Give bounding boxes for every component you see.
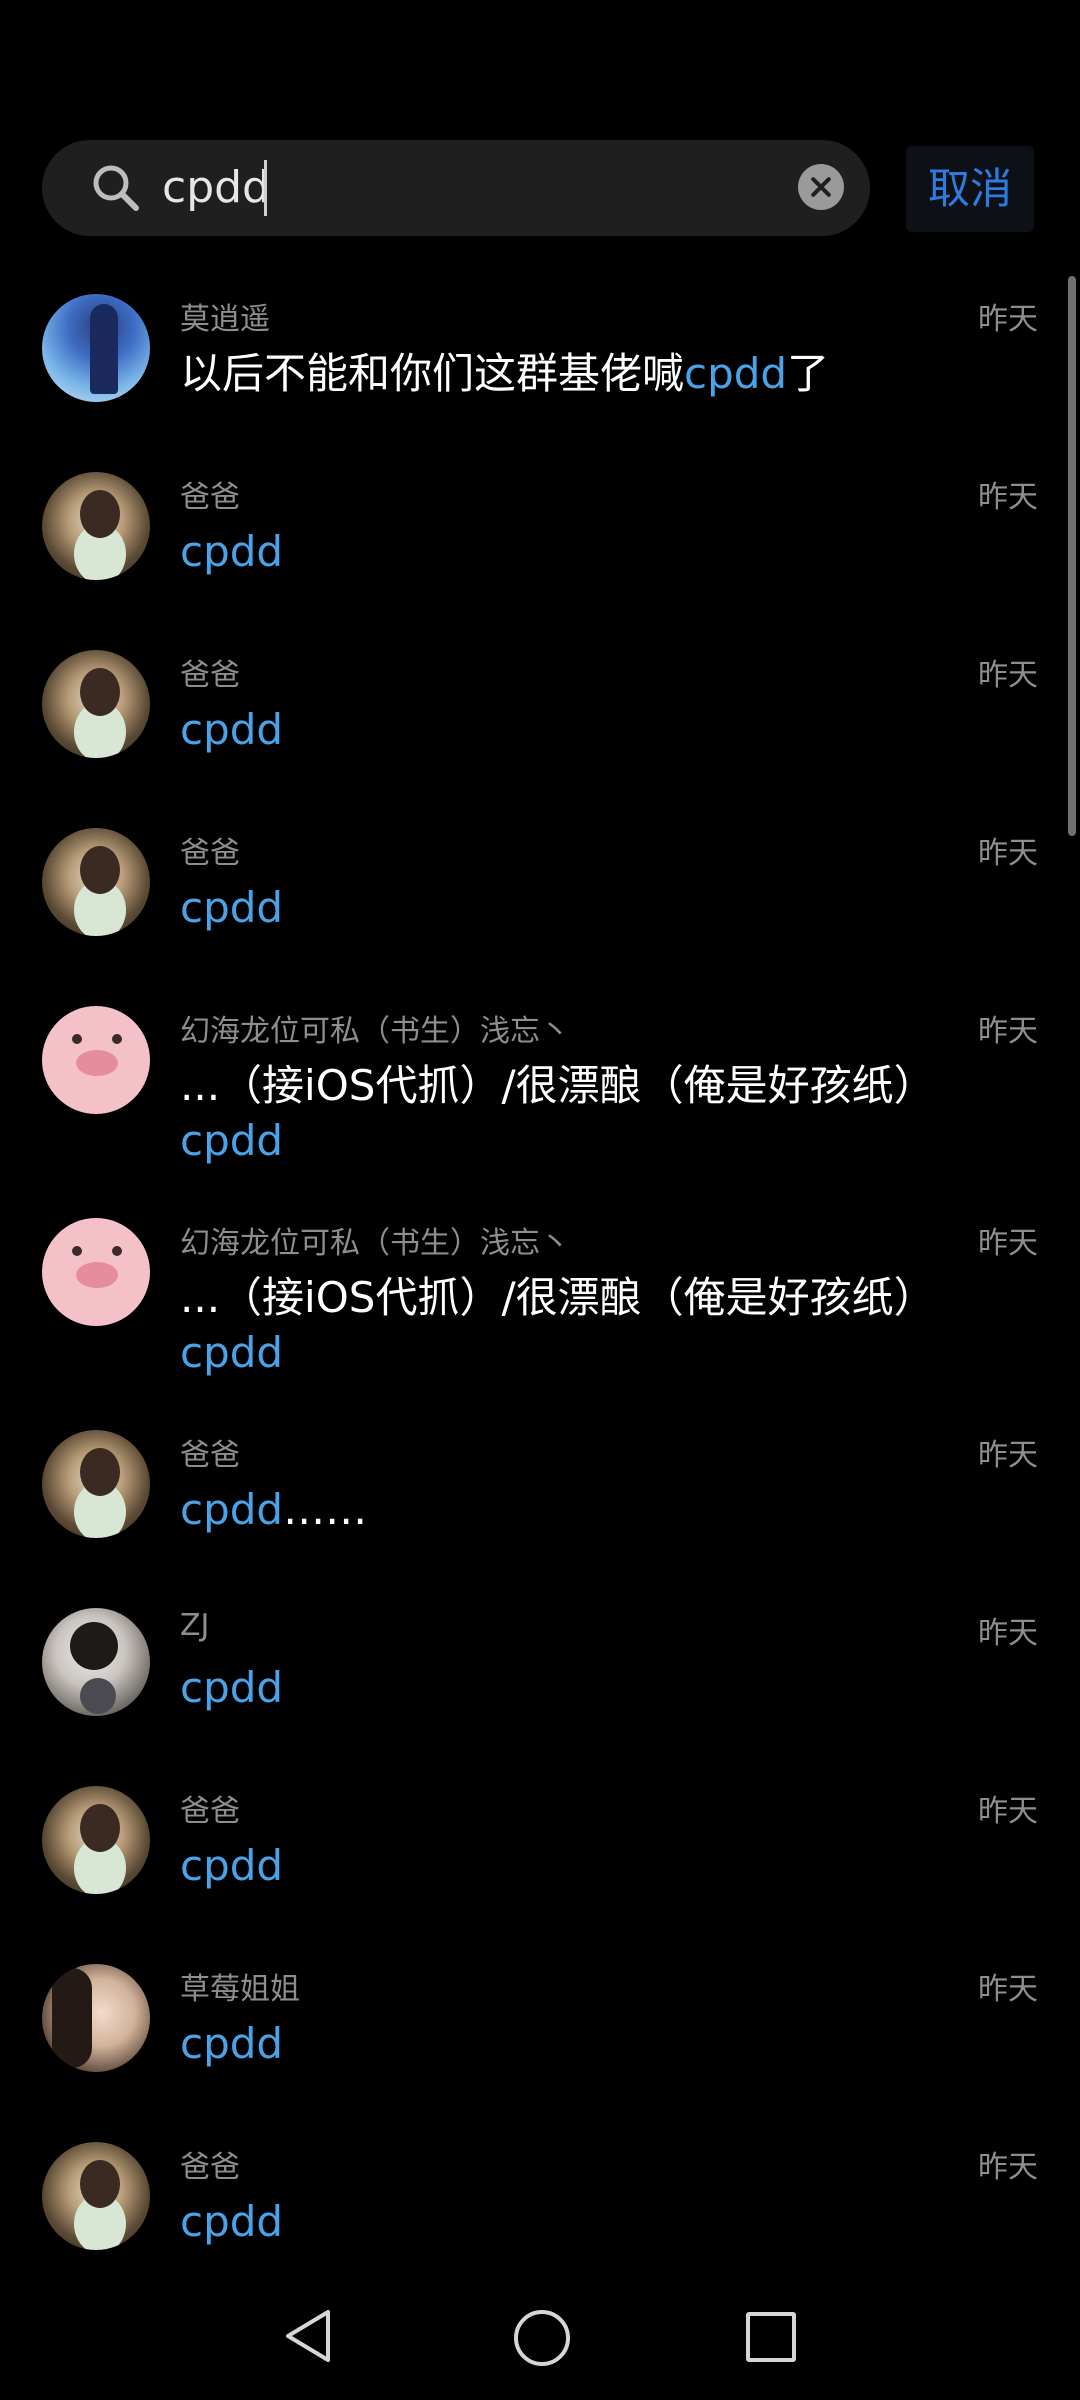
message-time: 昨天 (978, 1794, 1038, 1829)
result-item[interactable]: 幻海龙位可私（书生）浅忘丶 昨天 ...（接iOS代抓）/很漂酿（俺是好孩纸） … (0, 982, 1080, 1194)
search-highlight: cpdd (684, 349, 788, 398)
results-scrollbar[interactable] (1068, 276, 1076, 836)
recents-square-icon[interactable] (746, 2312, 796, 2362)
girl-photo-avatar[interactable] (42, 1430, 150, 1538)
girl-photo-avatar[interactable] (42, 1786, 150, 1894)
message-time: 昨天 (978, 2150, 1038, 2185)
pig-face-avatar[interactable] (42, 1218, 150, 1326)
message-text: cpdd (180, 1838, 283, 1893)
sender-name: 爸爸 (180, 658, 240, 693)
message-time: 昨天 (978, 480, 1038, 515)
sender-name: 幻海龙位可私（书生）浅忘丶 (180, 1014, 570, 1049)
message-time: 昨天 (978, 1616, 1038, 1651)
message-text-after: …… (283, 1485, 368, 1534)
sender-name: 爸爸 (180, 1438, 240, 1473)
navigation-bar (0, 2280, 1080, 2400)
result-item[interactable]: 草莓姐姐 昨天 cpdd (0, 1940, 1080, 2118)
result-item[interactable]: 爸爸 昨天 cpdd…… (0, 1406, 1080, 1584)
girl-photo-avatar[interactable] (42, 2142, 150, 2250)
message-time: 昨天 (978, 658, 1038, 693)
sender-name: 爸爸 (180, 2150, 240, 2185)
search-highlight: cpdd (180, 1485, 284, 1534)
message-text: cpdd (180, 702, 283, 757)
search-icon (93, 165, 139, 211)
search-highlight: cpdd (180, 2019, 284, 2068)
message-text: cpdd (180, 1660, 283, 1715)
girl-photo-avatar[interactable] (42, 650, 150, 758)
search-highlight: cpdd (180, 883, 284, 932)
message-text: cpdd (180, 524, 283, 579)
man-photo-avatar[interactable] (42, 1608, 150, 1716)
search-highlight: cpdd (180, 527, 284, 576)
anime-character-avatar[interactable] (42, 294, 150, 402)
girl-photo-avatar[interactable] (42, 472, 150, 580)
search-highlight: cpdd (180, 705, 284, 754)
sender-name: 爸爸 (180, 480, 240, 515)
search-bar: 取消 (42, 140, 1038, 236)
woman-photo-avatar[interactable] (42, 1964, 150, 2072)
search-input[interactable] (162, 154, 802, 222)
message-time: 昨天 (978, 302, 1038, 337)
result-item[interactable]: 爸爸 昨天 cpdd (0, 448, 1080, 626)
clear-search-icon[interactable] (798, 164, 844, 210)
message-text: cpdd (180, 2016, 283, 2071)
message-text: ...（接iOS代抓）/很漂酿（俺是好孩纸） (180, 1061, 936, 1110)
message-text: ...（接iOS代抓）/很漂酿（俺是好孩纸） (180, 1273, 936, 1322)
cancel-button[interactable]: 取消 (906, 146, 1034, 232)
back-triangle-icon[interactable] (282, 2308, 334, 2364)
search-box[interactable] (42, 140, 870, 236)
sender-name: 草莓姐姐 (180, 1972, 300, 2007)
message-time: 昨天 (978, 836, 1038, 871)
message-text-before: 以后不能和你们这群基佬喊 (180, 349, 685, 398)
sender-name: 爸爸 (180, 836, 240, 871)
result-item[interactable]: 幻海龙位可私（书生）浅忘丶 昨天 ...（接iOS代抓）/很漂酿（俺是好孩纸） … (0, 1194, 1080, 1406)
message-time: 昨天 (978, 1438, 1038, 1473)
message-text: cpdd…… (180, 1482, 367, 1537)
sender-name: ZJ (180, 1608, 210, 1643)
message-text: 以后不能和你们这群基佬喊cpdd了 (180, 346, 829, 401)
sender-name: 莫逍遥 (180, 302, 270, 337)
message-text: cpdd (180, 2194, 283, 2249)
search-highlight: cpdd (180, 1841, 284, 1890)
search-highlight: cpdd (180, 1663, 284, 1712)
search-results-list: 莫逍遥 昨天 以后不能和你们这群基佬喊cpdd了 爸爸 昨天 cpdd 爸爸 昨… (0, 270, 1080, 2270)
message-text-after: 了 (787, 349, 830, 398)
result-item[interactable]: 爸爸 昨天 cpdd (0, 626, 1080, 804)
message-time: 昨天 (978, 1972, 1038, 2007)
message-time: 昨天 (978, 1226, 1038, 1261)
sender-name: 幻海龙位可私（书生）浅忘丶 (180, 1226, 570, 1261)
result-item[interactable]: 爸爸 昨天 cpdd (0, 2118, 1080, 2270)
search-highlight: cpdd (180, 1116, 284, 1165)
text-caret (264, 160, 267, 216)
search-highlight: cpdd (180, 2197, 284, 2246)
result-item[interactable]: 爸爸 昨天 cpdd (0, 1762, 1080, 1940)
result-item[interactable]: 莫逍遥 昨天 以后不能和你们这群基佬喊cpdd了 (0, 270, 1080, 448)
message-text: cpdd (180, 880, 283, 935)
pig-face-avatar[interactable] (42, 1006, 150, 1114)
message-time: 昨天 (978, 1014, 1038, 1049)
result-item[interactable]: 爸爸 昨天 cpdd (0, 804, 1080, 982)
search-highlight: cpdd (180, 1328, 284, 1377)
girl-photo-avatar[interactable] (42, 828, 150, 936)
home-circle-icon[interactable] (514, 2310, 570, 2366)
result-item[interactable]: ZJ 昨天 cpdd (0, 1584, 1080, 1762)
sender-name: 爸爸 (180, 1794, 240, 1829)
